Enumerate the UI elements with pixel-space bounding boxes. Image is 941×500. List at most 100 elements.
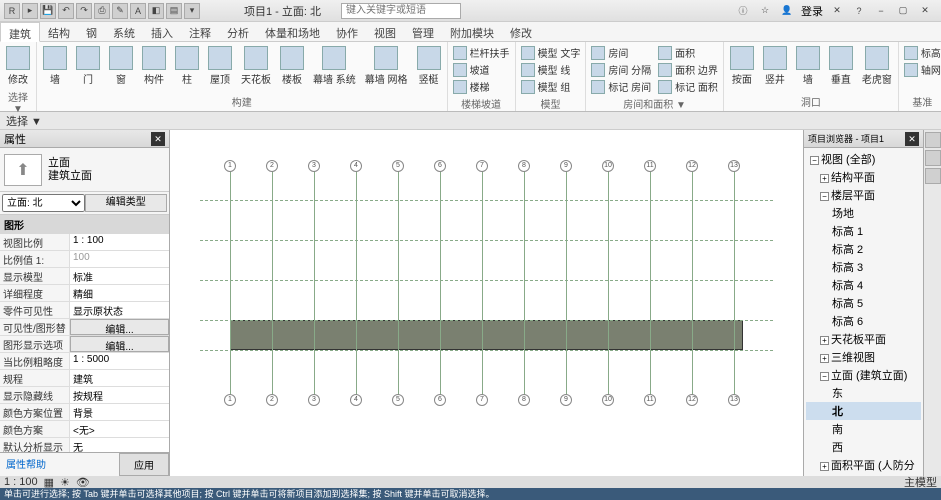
nav-icon[interactable] <box>925 168 941 184</box>
ribbon-坡道[interactable]: 坡道 <box>450 61 513 78</box>
ribbon-修改[interactable]: 修改 <box>2 44 34 88</box>
qat-dropdown-icon[interactable]: ▾ <box>184 3 200 19</box>
select-label[interactable]: 选择 ▼ <box>6 113 42 129</box>
property-row[interactable]: 图形显示选项编辑... <box>0 336 169 353</box>
ribbon-老虎窗[interactable]: 老虎窗 <box>858 44 896 93</box>
tab-附加模块[interactable]: 附加模块 <box>442 22 502 41</box>
help-icon[interactable]: ? <box>851 3 867 19</box>
close-icon[interactable]: ✕ <box>905 132 919 146</box>
properties-help-link[interactable]: 属性帮助 <box>0 453 119 476</box>
ribbon-竖梃[interactable]: 竖梃 <box>413 44 445 93</box>
ribbon-竖井[interactable]: 竖井 <box>759 44 791 93</box>
measure-icon[interactable]: ✎ <box>112 3 128 19</box>
tree-node[interactable]: −楼层平面 <box>806 186 921 204</box>
tree-node[interactable]: 标高 3 <box>806 258 921 276</box>
close-icon[interactable]: ✕ <box>917 3 933 19</box>
expand-icon[interactable]: + <box>820 462 829 471</box>
ribbon-楼板[interactable]: 楼板 <box>276 44 308 93</box>
property-row[interactable]: 视图比例1 : 100 <box>0 234 169 251</box>
tree-node[interactable]: 标高 2 <box>806 240 921 258</box>
ribbon-窗[interactable]: 窗 <box>105 44 137 93</box>
tab-管理[interactable]: 管理 <box>404 22 442 41</box>
tab-插入[interactable]: 插入 <box>143 22 181 41</box>
open-icon[interactable]: ▸ <box>22 3 38 19</box>
ribbon-门[interactable]: 门 <box>72 44 104 93</box>
tab-协作[interactable]: 协作 <box>328 22 366 41</box>
tree-node[interactable]: 南 <box>806 420 921 438</box>
maximize-icon[interactable]: ▢ <box>895 3 911 19</box>
user-icon[interactable]: 👤 <box>779 3 795 19</box>
ribbon-楼梯[interactable]: 楼梯 <box>450 78 513 95</box>
ribbon-墙[interactable]: 墙 <box>792 44 824 93</box>
ribbon-模型 组[interactable]: 模型 组 <box>518 78 584 95</box>
property-row[interactable]: 可见性/图形替换编辑... <box>0 319 169 336</box>
tab-系统[interactable]: 系统 <box>105 22 143 41</box>
ribbon-柱[interactable]: 柱 <box>171 44 203 93</box>
tree-node[interactable]: +面积平面 (人防分 <box>806 456 921 474</box>
tree-node[interactable]: 北 <box>806 402 921 420</box>
ribbon-模型 线[interactable]: 模型 线 <box>518 61 584 78</box>
instance-filter[interactable]: 立面: 北 <box>2 194 85 212</box>
minimize-icon[interactable]: − <box>873 3 889 19</box>
ribbon-面积 边界[interactable]: 面积 边界 <box>655 61 721 78</box>
property-row[interactable]: 零件可见性显示原状态 <box>0 302 169 319</box>
type-selector[interactable]: ⬆ 立面建筑立面 <box>0 148 169 192</box>
tab-分析[interactable]: 分析 <box>219 22 257 41</box>
tree-node[interactable]: 东 <box>806 384 921 402</box>
ribbon-栏杆扶手[interactable]: 栏杆扶手 <box>450 44 513 61</box>
print-icon[interactable]: ⎙ <box>94 3 110 19</box>
property-row[interactable]: 显示隐藏线按规程 <box>0 387 169 404</box>
tree-node[interactable]: −视图 (全部) <box>806 150 921 168</box>
expand-icon[interactable]: + <box>820 336 829 345</box>
help-search-input[interactable] <box>341 3 461 19</box>
nav-icon[interactable] <box>925 150 941 166</box>
view-control-icon[interactable]: 👁 <box>76 476 90 489</box>
expand-icon[interactable]: − <box>820 372 829 381</box>
property-row[interactable]: 当比例粗略度超...1 : 5000 <box>0 353 169 370</box>
tree-node[interactable]: 标高 1 <box>806 222 921 240</box>
ribbon-墙[interactable]: 墙 <box>39 44 71 93</box>
edit-type-button[interactable]: 编辑类型 <box>85 194 168 212</box>
ribbon-屋顶[interactable]: 屋顶 <box>204 44 236 93</box>
drawing-canvas[interactable]: 1122334455667788991010111112121313 <box>170 130 803 476</box>
nav-icon[interactable] <box>925 132 941 148</box>
tree-node[interactable]: +结构平面 <box>806 168 921 186</box>
expand-icon[interactable]: − <box>820 192 829 201</box>
ribbon-幕墙 系统[interactable]: 幕墙 系统 <box>309 44 360 93</box>
property-row[interactable]: 比例值 1:100 <box>0 251 169 268</box>
qat-icon[interactable]: ◧ <box>148 3 164 19</box>
ribbon-面积[interactable]: 面积 <box>655 44 721 61</box>
star-icon[interactable]: ☆ <box>757 3 773 19</box>
tree-node[interactable]: +天花板平面 <box>806 330 921 348</box>
property-row[interactable]: 详细程度精细 <box>0 285 169 302</box>
tree-node[interactable]: 标高 4 <box>806 276 921 294</box>
tab-视图[interactable]: 视图 <box>366 22 404 41</box>
ribbon-垂直[interactable]: 垂直 <box>825 44 857 93</box>
save-icon[interactable]: 💾 <box>40 3 56 19</box>
ribbon-天花板[interactable]: 天花板 <box>237 44 275 93</box>
qat-icon[interactable]: ▤ <box>166 3 182 19</box>
ribbon-构件[interactable]: 构件 <box>138 44 170 93</box>
ribbon-房间 分隔[interactable]: 房间 分隔 <box>588 61 654 78</box>
category-header[interactable]: 图形 <box>0 215 169 234</box>
undo-icon[interactable]: ↶ <box>58 3 74 19</box>
apply-button[interactable]: 应用 <box>119 453 169 476</box>
tree-node[interactable]: +三维视图 <box>806 348 921 366</box>
tree-node[interactable]: 标高 5 <box>806 294 921 312</box>
tree-node[interactable]: −立面 (建筑立面) <box>806 366 921 384</box>
tab-体量和场地[interactable]: 体量和场地 <box>257 22 328 41</box>
ribbon-房间[interactable]: 房间 <box>588 44 654 61</box>
view-control-icon[interactable]: ▦ <box>44 476 54 489</box>
tab-注释[interactable]: 注释 <box>181 22 219 41</box>
view-control-icon[interactable]: ☀ <box>60 476 70 489</box>
redo-icon[interactable]: ↷ <box>76 3 92 19</box>
property-row[interactable]: 显示模型标准 <box>0 268 169 285</box>
login-link[interactable]: 登录 <box>801 3 823 19</box>
property-row[interactable]: 颜色方案位置背景 <box>0 404 169 421</box>
ribbon-模型 文字[interactable]: 模型 文字 <box>518 44 584 61</box>
ribbon-标高[interactable]: 标高 <box>901 44 941 61</box>
tree-node[interactable]: 场地 <box>806 204 921 222</box>
close-icon[interactable]: ✕ <box>151 132 165 146</box>
tree-node[interactable]: 西 <box>806 438 921 456</box>
expand-icon[interactable]: + <box>820 354 829 363</box>
